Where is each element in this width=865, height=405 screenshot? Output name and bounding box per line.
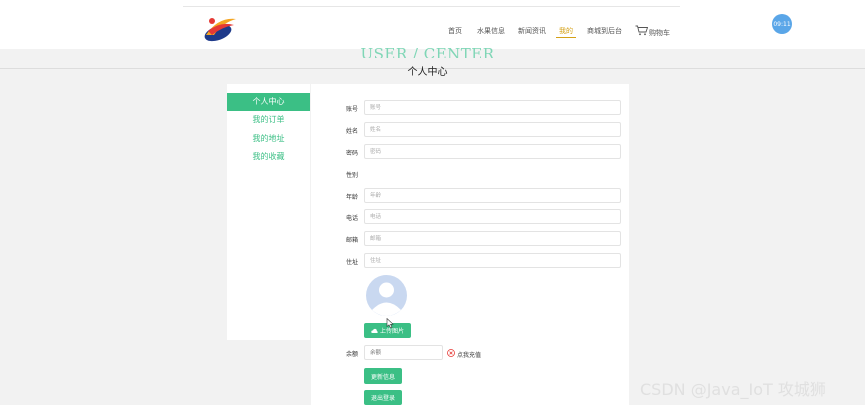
top-header: 首页 水果信息 新闻资讯 我的 商城到后台 购物车 09:11 — [0, 0, 865, 49]
account-label: 账号 — [346, 106, 359, 113]
close-circle-icon[interactable] — [447, 349, 455, 357]
nav-item-admin[interactable]: 商城到后台 — [587, 26, 622, 36]
sidebar-item-favorites[interactable]: 我的收藏 — [227, 148, 310, 166]
watermark: CSDN @Java_IoT 攻城狮 — [640, 380, 826, 399]
cart-icon[interactable] — [635, 25, 648, 36]
cloud-upload-icon — [371, 328, 378, 333]
page-title: 个人中心 — [407, 67, 448, 78]
name-input[interactable] — [364, 122, 621, 137]
email-label: 邮箱 — [346, 237, 359, 244]
balance-label: 余额 — [346, 351, 359, 358]
nav-active-underline — [556, 37, 576, 38]
nav-item-cart[interactable]: 购物车 — [649, 28, 670, 38]
nav-item-mine[interactable]: 我的 — [559, 26, 573, 36]
recharge-link[interactable]: 点我充值 — [457, 350, 481, 359]
sidebar-item-address[interactable]: 我的地址 — [227, 130, 310, 148]
address-input[interactable] — [364, 253, 621, 268]
mouse-cursor-icon — [386, 318, 394, 329]
age-input[interactable] — [364, 188, 621, 203]
logout-button[interactable]: 退出登录 — [364, 390, 402, 405]
nav-item-home[interactable]: 首页 — [448, 26, 462, 36]
sidebar: 个人中心 我的订单 我的地址 我的收藏 — [227, 84, 310, 340]
account-input[interactable] — [364, 100, 621, 115]
age-label: 年龄 — [346, 194, 359, 201]
address-label: 住址 — [346, 259, 359, 266]
sidebar-item-orders[interactable]: 我的订单 — [227, 111, 310, 129]
sidebar-item-profile[interactable]: 个人中心 — [227, 93, 310, 111]
page-title-en: USER / CENTER — [360, 45, 495, 58]
password-input[interactable] — [364, 144, 621, 159]
brand-logo-icon[interactable] — [200, 13, 240, 43]
nav-item-fruit-info[interactable]: 水果信息 — [477, 26, 505, 36]
update-info-button[interactable]: 更新信息 — [364, 368, 402, 384]
email-input[interactable] — [364, 231, 621, 246]
phone-label: 电话 — [346, 215, 359, 222]
gender-label: 性别 — [346, 172, 359, 179]
balance-input[interactable] — [364, 345, 443, 360]
password-label: 密码 — [346, 150, 359, 157]
nav-item-news[interactable]: 新闻资讯 — [518, 26, 546, 36]
name-label: 姓名 — [346, 128, 359, 135]
user-avatar[interactable]: 09:11 — [772, 14, 792, 34]
header-divider — [183, 6, 680, 7]
phone-input[interactable] — [364, 209, 621, 224]
default-avatar-icon — [366, 275, 407, 316]
